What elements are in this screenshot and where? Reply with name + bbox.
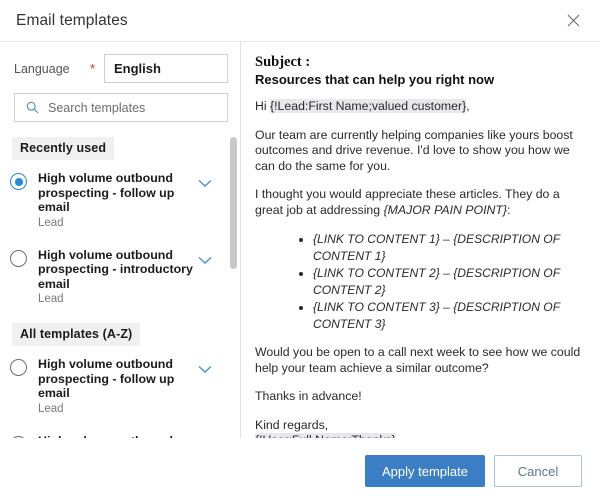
template-text: High volume outbound prospecting - intro… — [27, 434, 196, 439]
template-list-pane: Language * English Recently used — [0, 42, 241, 438]
language-label: Language — [14, 62, 90, 76]
greeting-suffix: , — [466, 99, 469, 113]
dialog-body: Language * English Recently used — [0, 41, 600, 438]
template-text: High volume outbound prospecting - follo… — [27, 171, 196, 230]
list-item[interactable]: High volume outbound prospecting - follo… — [0, 162, 240, 239]
email-templates-dialog: Email templates Language * English — [0, 0, 600, 504]
template-list-scrollbar[interactable] — [230, 129, 237, 438]
language-select[interactable]: English — [104, 54, 228, 83]
template-radio[interactable] — [10, 436, 27, 439]
subject-value: Resources that can help you right now — [255, 71, 582, 88]
signoff-line: Kind regards, — [255, 418, 582, 434]
group-header-all-templates: All templates (A-Z) — [12, 323, 140, 346]
body-paragraph-1: Our team are currently helping companies… — [255, 128, 582, 175]
paragraph-2-suffix: : — [507, 203, 510, 217]
body-paragraph-3: Would you be open to a call next week to… — [255, 345, 582, 376]
search-input[interactable] — [41, 100, 219, 116]
body-paragraph-4: Thanks in advance! — [255, 389, 582, 405]
chevron-down-icon[interactable] — [196, 256, 214, 265]
search-box[interactable] — [14, 93, 228, 122]
template-list-scroll-region: Recently used High volume outbound prosp… — [0, 129, 240, 438]
chevron-down-icon[interactable] — [196, 179, 214, 188]
language-value: English — [114, 61, 161, 76]
list-item: {LINK TO CONTENT 1} – {DESCRIPTION OF CO… — [313, 231, 582, 265]
template-name: High volume outbound prospecting - follo… — [38, 171, 196, 215]
email-preview-pane: Subject : Resources that can help you ri… — [241, 42, 600, 438]
greeting-paragraph: Hi {!Lead:First Name;valued customer}, — [255, 99, 582, 115]
close-button[interactable] — [560, 8, 586, 34]
list-item[interactable]: High volume outbound prospecting - follo… — [0, 348, 240, 425]
cancel-button[interactable]: Cancel — [494, 455, 582, 487]
list-item[interactable]: High volume outbound prospecting - intro… — [0, 425, 240, 439]
signature-line: {!User:Full Name;Thanks} — [255, 433, 582, 438]
template-entity: Lead — [38, 402, 196, 416]
language-row: Language * English — [0, 42, 240, 83]
close-icon — [567, 14, 580, 27]
template-radio[interactable] — [10, 173, 27, 190]
greeting-prefix: Hi — [255, 99, 270, 113]
list-item: {LINK TO CONTENT 3} – {DESCRIPTION OF CO… — [313, 299, 582, 333]
merge-field-full-name: {!User:Full Name;Thanks} — [255, 433, 396, 438]
search-icon — [23, 101, 41, 114]
scrollbar-thumb[interactable] — [230, 137, 237, 269]
chevron-down-icon[interactable] — [196, 365, 214, 374]
page-title: Email templates — [16, 12, 128, 30]
apply-template-button[interactable]: Apply template — [365, 455, 485, 487]
dialog-footer: Apply template Cancel — [0, 438, 600, 504]
template-name: High volume outbound prospecting - intro… — [38, 248, 196, 292]
template-name: High volume outbound prospecting - intro… — [38, 434, 196, 439]
dialog-header: Email templates — [0, 0, 600, 41]
body-paragraph-2: I thought you would appreciate these art… — [255, 187, 582, 218]
content-links-list: {LINK TO CONTENT 1} – {DESCRIPTION OF CO… — [255, 231, 582, 333]
list-item[interactable]: High volume outbound prospecting - intro… — [0, 239, 240, 316]
template-name: High volume outbound prospecting - follo… — [38, 357, 196, 401]
required-asterisk: * — [90, 62, 104, 75]
template-radio[interactable] — [10, 250, 27, 267]
pain-point-placeholder: {MAJOR PAIN POINT} — [384, 203, 507, 217]
template-text: High volume outbound prospecting - intro… — [27, 248, 196, 307]
template-entity: Lead — [38, 292, 196, 306]
group-header-recently-used: Recently used — [12, 137, 114, 160]
subject-label: Subject : — [255, 54, 582, 71]
template-entity: Lead — [38, 216, 196, 230]
template-text: High volume outbound prospecting - follo… — [27, 357, 196, 416]
template-radio[interactable] — [10, 359, 27, 376]
merge-field-first-name: {!Lead:First Name;valued customer} — [270, 99, 466, 113]
list-item: {LINK TO CONTENT 2} – {DESCRIPTION OF CO… — [313, 265, 582, 299]
